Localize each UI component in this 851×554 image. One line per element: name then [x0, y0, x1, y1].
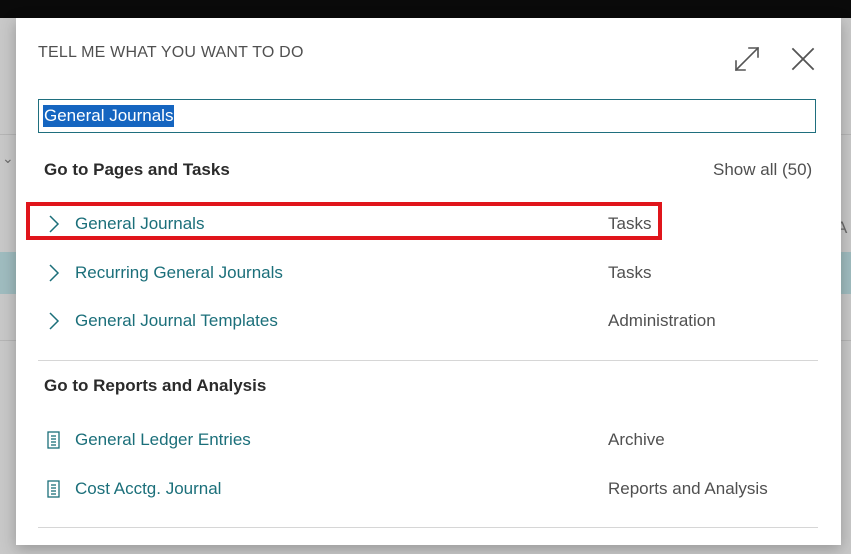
section-divider [38, 360, 818, 361]
chevron-right-icon [46, 215, 62, 233]
background-chevron-icon: ⌄ [2, 150, 14, 167]
section-divider [38, 527, 818, 528]
list-item[interactable]: General Journals Tasks [38, 202, 818, 246]
report-icon [46, 480, 62, 498]
top-bar [0, 0, 851, 18]
list-item-name: General Journal Templates [75, 311, 278, 331]
search-input-value: General Journals [43, 105, 174, 127]
chevron-right-icon [46, 264, 62, 282]
list-item-category: Reports and Analysis [608, 479, 768, 499]
list-item-name: General Ledger Entries [75, 430, 251, 450]
search-input[interactable]: General Journals [38, 99, 816, 133]
list-item-category: Archive [608, 430, 665, 450]
list-item-category: Tasks [608, 263, 651, 283]
list-item-name: General Journals [75, 214, 204, 234]
expand-icon[interactable] [732, 44, 762, 74]
list-item-category: Tasks [608, 214, 651, 234]
list-item[interactable]: Recurring General Journals Tasks [38, 251, 818, 295]
list-item-category: Administration [608, 311, 716, 331]
list-item-name: Recurring General Journals [75, 263, 283, 283]
pages-section-heading: Go to Pages and Tasks [44, 160, 230, 180]
list-item[interactable]: General Journal Templates Administration [38, 299, 818, 343]
tell-me-dialog: TELL ME WHAT YOU WANT TO DO General Jour… [16, 18, 841, 545]
list-item[interactable]: General Ledger Entries Archive [38, 418, 818, 462]
chevron-right-icon [46, 312, 62, 330]
report-icon [46, 431, 62, 449]
close-icon[interactable] [788, 44, 818, 74]
dialog-title: TELL ME WHAT YOU WANT TO DO [38, 44, 304, 62]
list-item-name: Cost Acctg. Journal [75, 479, 221, 499]
show-all-link[interactable]: Show all (50) [713, 160, 812, 180]
reports-section-heading: Go to Reports and Analysis [44, 376, 266, 396]
list-item[interactable]: Cost Acctg. Journal Reports and Analysis [38, 467, 818, 511]
